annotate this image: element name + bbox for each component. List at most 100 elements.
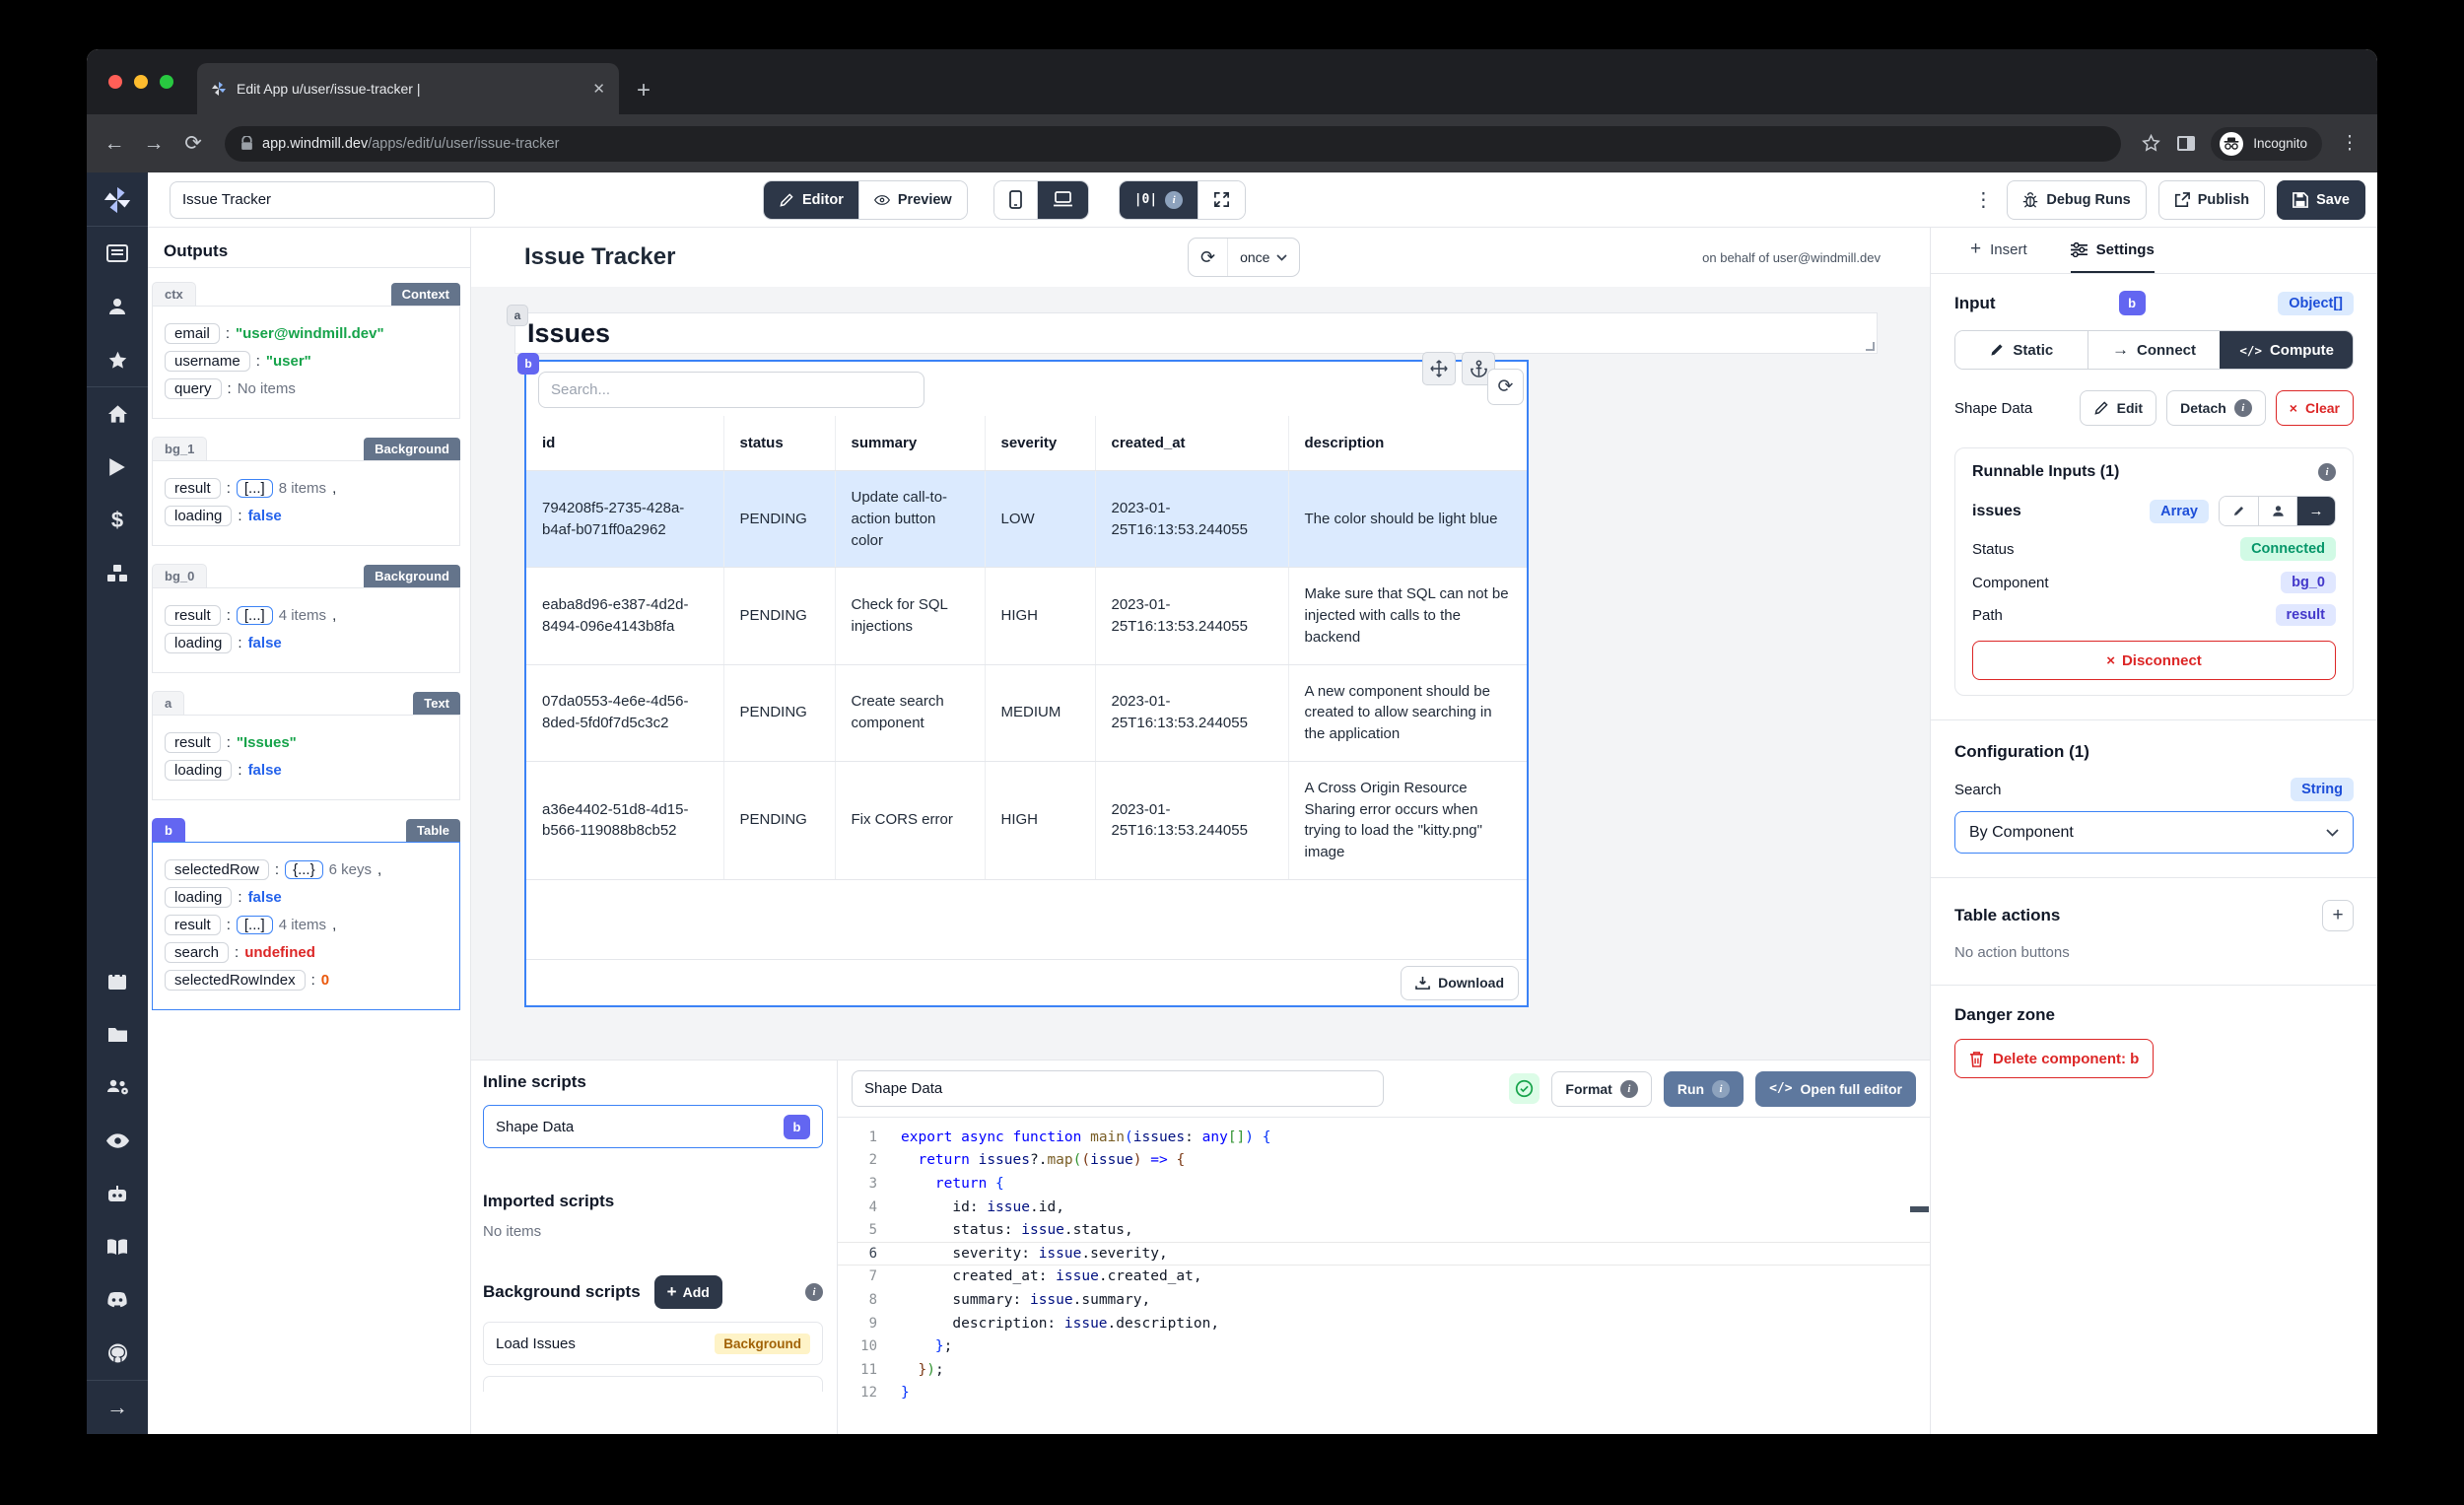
disconnect-button[interactable]: × Disconnect <box>1972 641 2336 680</box>
code-line[interactable]: 12} <box>838 1382 1930 1405</box>
user-input-button[interactable] <box>2258 497 2296 525</box>
script-item-load-issues[interactable]: Load Issues Background <box>483 1322 823 1365</box>
publish-button[interactable]: Publish <box>2157 179 2266 220</box>
component-ref-badge[interactable]: bg_0 <box>2281 572 2336 593</box>
user-nav-icon[interactable] <box>87 280 148 333</box>
path-badge[interactable]: result <box>2275 604 2336 626</box>
schedules-nav-icon[interactable] <box>87 954 148 1007</box>
apps-nav-icon[interactable] <box>87 227 148 280</box>
new-tab-button[interactable]: + <box>637 77 650 104</box>
code-area[interactable]: 1 export async function main(issues: any[… <box>838 1118 1930 1434</box>
home-nav-icon[interactable] <box>87 387 148 441</box>
table-row-selected[interactable]: 794208f5-2735-428a-b4af-b071ff0a2962 PEND… <box>526 470 1527 569</box>
docs-book-icon[interactable] <box>87 1220 148 1273</box>
open-full-editor-button[interactable]: </> Open full editor <box>1755 1070 1916 1107</box>
split-screen-icon[interactable] <box>2177 136 2196 151</box>
table-row[interactable]: eaba8d96-e387-4d2d-8494-096e4143b8fa PEND… <box>526 567 1527 665</box>
output-row[interactable]: loading: false <box>165 760 447 781</box>
more-options-icon[interactable]: ⋮ <box>1973 190 1993 210</box>
code-line[interactable]: 2 return issues?.map((issue) => { <box>838 1149 1930 1173</box>
discord-icon[interactable] <box>87 1273 148 1327</box>
code-line[interactable]: 8 summary: issue.summary, <box>838 1288 1930 1312</box>
collapse-sidebar-arrow-icon[interactable]: → <box>87 1381 148 1434</box>
delete-component-button[interactable]: Delete component: b <box>1954 1039 2155 1078</box>
table-row[interactable]: 07da0553-4e6e-4d56-8ded-5fd0f7d5c3c2 PEND… <box>526 664 1527 762</box>
add-table-action-button[interactable]: + <box>2322 900 2354 931</box>
code-line[interactable]: 9 description: issue.description, <box>838 1312 1930 1335</box>
editor-tab[interactable]: Editor <box>764 180 858 219</box>
code-line[interactable]: 10 }; <box>838 1334 1930 1358</box>
debug-runs-button[interactable]: Debug Runs <box>2007 179 2147 220</box>
close-window-button[interactable] <box>108 75 122 89</box>
col-header-status[interactable]: status <box>723 416 836 471</box>
table-component[interactable]: b ⟳ Search... id status summary severity… <box>517 352 1529 1007</box>
output-id-tab-selected[interactable]: b <box>152 818 185 842</box>
favorites-star-icon[interactable] <box>87 333 148 386</box>
output-id-tab[interactable]: a <box>152 691 185 715</box>
expand-array-pill[interactable]: [...] <box>236 606 273 625</box>
schedule-dropdown[interactable]: once <box>1227 239 1299 276</box>
desktop-view-button[interactable] <box>1036 180 1088 219</box>
mode-static-button[interactable]: Static <box>1955 331 2088 369</box>
expand-array-pill[interactable]: [...] <box>236 479 273 498</box>
expand-array-pill[interactable]: [...] <box>236 916 273 934</box>
workers-robot-icon[interactable] <box>87 1167 148 1220</box>
output-row[interactable]: result: "Issues" <box>165 732 447 753</box>
fullscreen-button[interactable] <box>1198 180 1246 219</box>
code-line[interactable]: 5 status: issue.status, <box>838 1218 1930 1242</box>
code-line[interactable]: 1 export async function main(issues: any[… <box>838 1126 1930 1149</box>
mode-compute-button[interactable]: </> Compute <box>2220 331 2353 369</box>
component-outline-button[interactable]: |0| i <box>1119 180 1198 219</box>
format-button[interactable]: Format i <box>1551 1070 1652 1107</box>
output-row[interactable]: selectedRowIndex:0 <box>165 970 447 991</box>
variables-nav-icon[interactable]: $ <box>87 494 148 547</box>
output-row[interactable]: result: [...] 4 items, <box>165 605 447 626</box>
connect-button[interactable]: → <box>2296 497 2335 525</box>
output-id-tab[interactable]: bg_0 <box>152 564 208 587</box>
output-row[interactable]: result: [...] 4 items, <box>165 915 447 935</box>
output-row[interactable]: selectedRow: {...} 6 keys, <box>165 859 447 880</box>
folders-nav-icon[interactable] <box>87 1007 148 1060</box>
edit-script-button[interactable]: Edit <box>2079 390 2157 426</box>
tab-settings[interactable]: Settings <box>2070 228 2155 273</box>
static-edit-button[interactable] <box>2220 497 2258 525</box>
maximize-window-button[interactable] <box>160 75 173 89</box>
col-header-severity[interactable]: severity <box>985 416 1096 471</box>
github-icon[interactable] <box>87 1327 148 1380</box>
table-search-input[interactable] <box>538 372 924 408</box>
app-name-input[interactable] <box>170 180 495 219</box>
mode-connect-button[interactable]: → Connect <box>2087 331 2221 369</box>
add-background-script-button[interactable]: + Add <box>653 1275 722 1309</box>
run-button[interactable]: Run i <box>1663 1070 1745 1107</box>
output-row[interactable]: email: "user@windmill.dev" <box>165 323 447 344</box>
preview-tab[interactable]: Preview <box>857 180 967 219</box>
download-button[interactable]: Download <box>1401 965 1519 1000</box>
output-row[interactable]: result: [...] 8 items, <box>165 478 447 499</box>
table-row[interactable]: a36e4402-51d8-4d15-b566-119088b8cb52 PEND… <box>526 761 1527 880</box>
reload-icon[interactable]: ⟳ <box>181 131 205 156</box>
code-line[interactable]: 7 created_at: issue.created_at, <box>838 1266 1930 1289</box>
expand-object-pill[interactable]: {...} <box>285 860 323 879</box>
col-header-id[interactable]: id <box>526 416 724 471</box>
back-icon[interactable]: ← <box>103 132 126 156</box>
script-item-shape-data[interactable]: Shape Data b <box>483 1105 823 1148</box>
runs-nav-icon[interactable] <box>87 441 148 494</box>
mobile-view-button[interactable] <box>993 180 1037 219</box>
output-row[interactable]: query: No items <box>165 378 447 399</box>
windmill-logo[interactable] <box>103 172 132 226</box>
text-component[interactable]: a Issues <box>507 305 1878 354</box>
tab-close-icon[interactable]: ✕ <box>592 80 605 98</box>
output-row[interactable]: search: undefined <box>165 942 447 963</box>
resize-handle[interactable] <box>1866 342 1875 351</box>
browser-tab[interactable]: Edit App u/user/issue-tracker | ✕ <box>197 63 619 114</box>
output-row[interactable]: loading: false <box>165 633 447 653</box>
script-name-input[interactable] <box>852 1070 1384 1107</box>
code-line[interactable]: 4 id: issue.id, <box>838 1196 1930 1219</box>
script-item-partial[interactable] <box>483 1376 823 1392</box>
code-line[interactable]: 6 severity: issue.severity, <box>838 1241 1930 1266</box>
col-header-summary[interactable]: summary <box>835 416 986 471</box>
output-row[interactable]: loading: false <box>165 506 447 526</box>
col-header-description[interactable]: description <box>1288 416 1527 471</box>
output-id-tab[interactable]: ctx <box>152 282 196 306</box>
col-header-created-at[interactable]: created_at <box>1095 416 1289 471</box>
